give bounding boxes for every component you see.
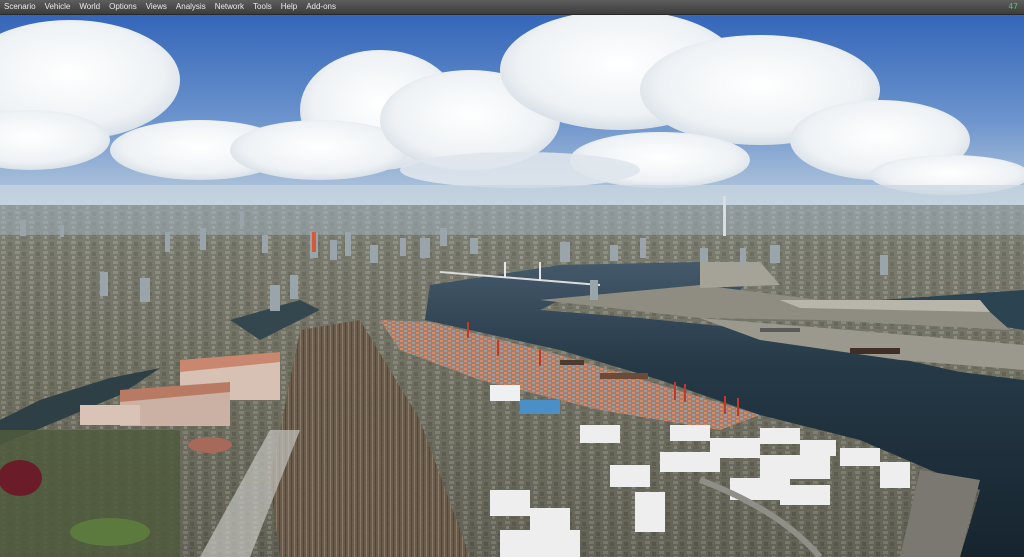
menu-tools[interactable]: Tools xyxy=(249,0,277,14)
menu-network[interactable]: Network xyxy=(211,0,249,14)
menu-scenario[interactable]: Scenario xyxy=(0,0,41,14)
tower xyxy=(723,196,726,236)
scene-render xyxy=(0,0,1024,557)
frame-rate-counter: 47 xyxy=(1008,2,1018,11)
menu-add-ons[interactable]: Add-ons xyxy=(302,0,341,14)
menu-help[interactable]: Help xyxy=(277,0,302,14)
simulator-viewport[interactable]: Scenario Vehicle World Options Views Ana… xyxy=(0,0,1024,557)
menu-world[interactable]: World xyxy=(75,0,105,14)
menu-options[interactable]: Options xyxy=(105,0,142,14)
menu-bar: Scenario Vehicle World Options Views Ana… xyxy=(0,0,1024,15)
menu-vehicle[interactable]: Vehicle xyxy=(41,0,76,14)
menu-analysis[interactable]: Analysis xyxy=(172,0,211,14)
menu-views[interactable]: Views xyxy=(142,0,172,14)
